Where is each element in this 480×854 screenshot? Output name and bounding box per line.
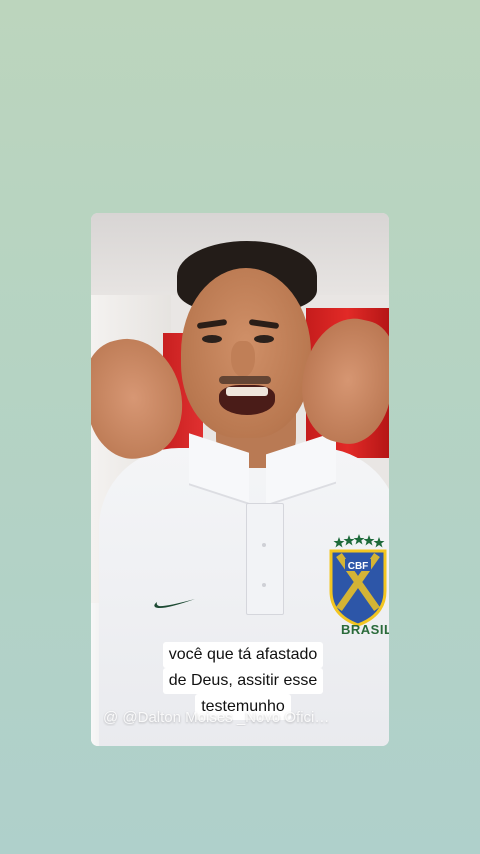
shirt-button	[262, 543, 266, 547]
shirt-button	[262, 583, 266, 587]
cbf-crest-icon: CBF	[329, 534, 387, 627]
eye-left	[202, 335, 222, 343]
teeth	[226, 387, 268, 396]
creator-watermark: @ @Dalton Moises _Novo Ofici…	[103, 709, 330, 726]
eye-right	[254, 335, 274, 343]
crest-label: BRASIL	[341, 622, 389, 637]
caption-line: de Deus, assitir esse	[162, 668, 324, 694]
nose	[231, 341, 255, 377]
crest-abbrev: CBF	[348, 561, 369, 572]
hand-left	[91, 329, 193, 467]
mustache	[219, 376, 271, 384]
shirt-placket	[246, 503, 284, 615]
swoosh-logo-icon	[154, 599, 195, 608]
caption-line: você que tá afastado	[162, 642, 324, 668]
